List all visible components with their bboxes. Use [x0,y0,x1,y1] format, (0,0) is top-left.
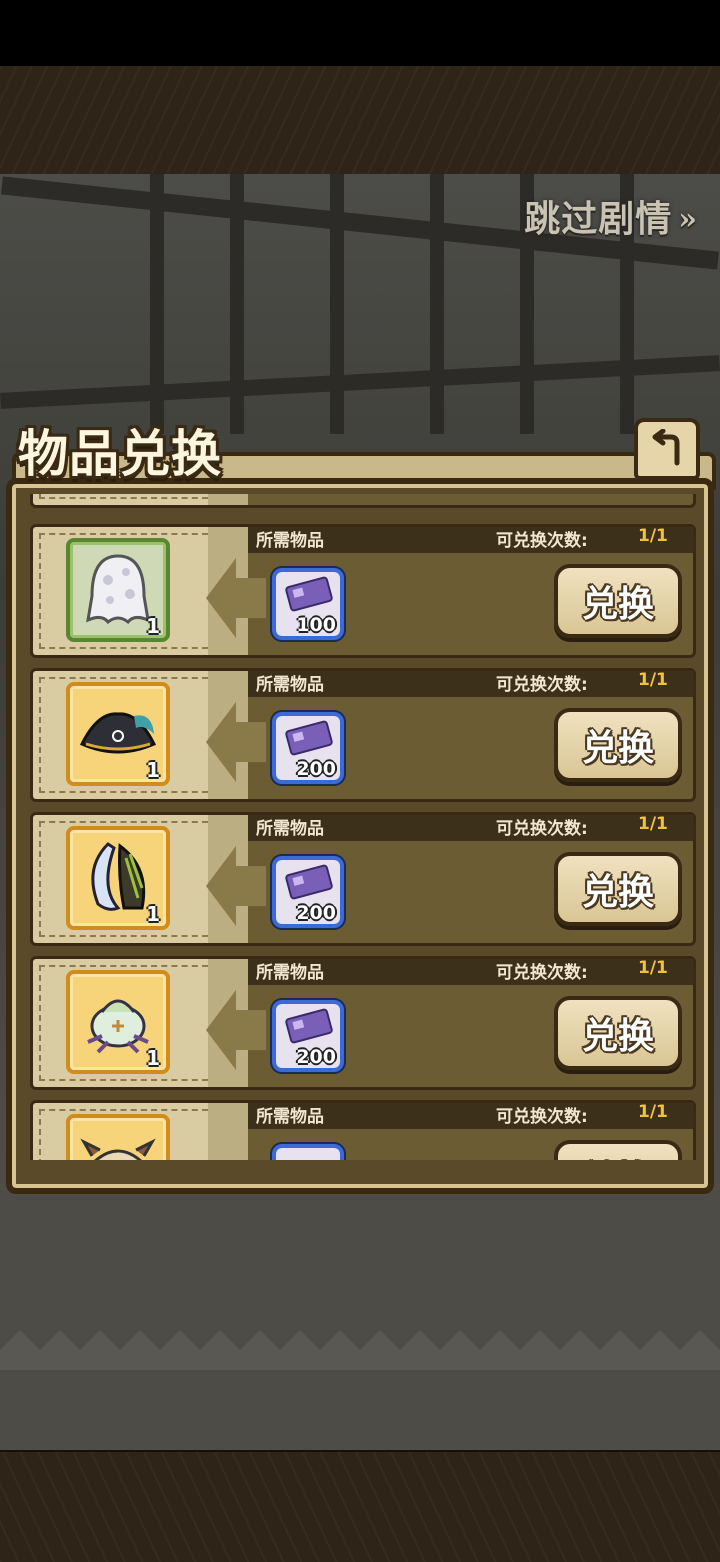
exchange-button[interactable]: 兑换 [554,996,682,1070]
background-floor [0,1190,720,1450]
cost-ticket[interactable]: 200 [272,712,344,784]
exchange-limit-label: 可兑换次数: [496,963,588,983]
ticket-icon [285,576,333,612]
reward-item-slot[interactable]: 1 [66,826,170,930]
exchange-limit-value: 1/1 [638,670,668,690]
exchange-row: 所需物品 可兑换次数: 1/1 1 200 兑换 [30,956,696,1090]
exchange-button[interactable]: 兑换 [554,1140,682,1160]
cost-ticket[interactable] [272,1144,344,1160]
exchange-limit-value: 1/1 [638,814,668,834]
row-item-area [30,494,208,508]
reward-item-slot[interactable]: 1 [66,538,170,642]
reward-item-slot[interactable]: 1 [66,682,170,786]
exchange-limit-label: 可兑换次数: [496,531,588,551]
reward-quantity: 1 [146,758,160,782]
bottom-decor-band [0,1450,720,1562]
cost-quantity: 200 [296,902,336,924]
exchange-row: 所需物品 可兑换次数: 1/1 1 100 兑换 [30,524,696,658]
exchange-limit-label: 可兑换次数: [496,819,588,839]
cost-ticket[interactable]: 100 [272,568,344,640]
required-items-label: 所需物品 [256,963,324,983]
top-decor-band [0,66,720,176]
return-arrow-icon [652,429,680,466]
required-items-label: 所需物品 [256,675,324,695]
cost-ticket[interactable]: 200 [272,1000,344,1072]
exchange-row: 所需物品 可兑换次数: 1/1 1 200 兑换 [30,668,696,802]
exchange-limit-value: 1/1 [638,958,668,978]
skip-story-button[interactable]: 跳过剧情 » [524,190,698,242]
exchange-button[interactable]: 兑换 [554,708,682,782]
arrow-left-icon [206,846,266,926]
ticket-icon [285,1008,333,1044]
exchange-button[interactable]: 兑换 [554,564,682,638]
required-items-label: 所需物品 [256,819,324,839]
exchange-row: 所需物品 可兑换次数: 1/1 兑换 [30,1100,696,1160]
exchange-limit-value: 1/1 [638,526,668,546]
cost-quantity: 200 [296,1046,336,1068]
reward-quantity: 1 [146,1046,160,1070]
required-items-label: 所需物品 [256,531,324,551]
arrow-left-icon [206,558,266,638]
ticket-icon [285,720,333,756]
exchange-row-partial [30,494,696,508]
double-chevron-right-icon: » [678,201,698,237]
reward-quantity: 1 [146,614,160,638]
cost-quantity: 100 [296,614,336,636]
panel-title: 物品兑换 [18,424,222,483]
arrow-left-icon [206,990,266,1070]
ticket-icon [285,864,333,900]
reward-item-slot[interactable] [66,1114,170,1160]
reward-quantity: 1 [146,902,160,926]
cost-ticket[interactable]: 200 [272,856,344,928]
exchange-list[interactable]: 所需物品 可兑换次数: 1/1 1 100 兑换 所需物品 可兑换次数: 1/1 [22,494,698,1160]
status-bar [0,0,720,66]
exchange-button[interactable]: 兑换 [554,852,682,926]
exchange-limit-label: 可兑换次数: [496,1107,588,1127]
arrow-left-icon [206,702,266,782]
cost-quantity: 200 [296,758,336,780]
reward-item-slot[interactable]: 1 [66,970,170,1074]
required-items-label: 所需物品 [256,1107,324,1127]
exchange-limit-label: 可兑换次数: [496,675,588,695]
exchange-limit-value: 1/1 [638,1102,668,1122]
horned-mask-icon [80,1138,156,1160]
exchange-row: 所需物品 可兑换次数: 1/1 1 200 兑换 [30,812,696,946]
back-button[interactable] [634,418,700,480]
row-cost-area [208,494,696,508]
skip-story-label: 跳过剧情 [524,198,673,240]
floor-edge-decor [0,1330,720,1370]
